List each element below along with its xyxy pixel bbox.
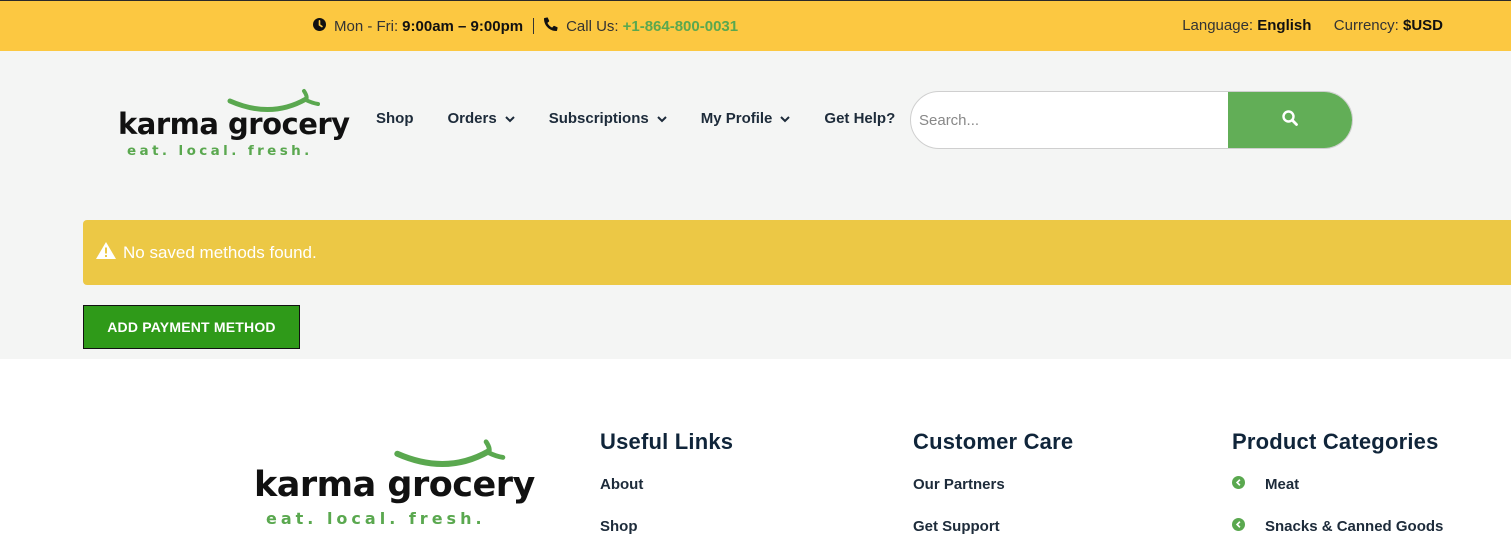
footer-logo[interactable]: karma grocery eat. local. fresh. [254,437,535,532]
notice-message: No saved methods found. [123,242,317,262]
search-button[interactable] [1228,92,1352,148]
currency-label: Currency: [1333,17,1399,34]
phone-link[interactable]: +1-864-800-0031 [623,18,739,35]
footer-heading: Customer Care [913,429,1074,454]
add-payment-method-button[interactable]: ADD PAYMENT METHOD [83,305,300,349]
language-label: Language: [1182,17,1254,34]
nav-shop[interactable]: Shop [376,110,414,127]
search-bar [910,91,1353,149]
arrow-circle-left-icon [1232,476,1245,493]
phone-icon [544,17,558,35]
logo-tagline: eat. local. fresh. [127,143,313,159]
footer-customer-care: Customer Care Our Partners Get Support [913,429,1073,535]
nav-label: My Profile [700,110,773,127]
notice-banner: No saved methods found. [83,220,1511,285]
footer-product-categories: Product Categories Meat Snacks & Canned … [1232,429,1443,535]
locale-settings: Language: English Currency: $USD [1182,17,1443,34]
chevron-down-icon [780,110,791,127]
currency-selector[interactable]: $USD [1403,17,1443,34]
call-label: Call Us: [566,17,619,35]
footer-link-about[interactable]: About [600,476,733,493]
site-logo[interactable]: karma grocery eat. local. fresh. [118,87,350,162]
business-hours: Mon - Fri: 9:00am – 9:00pm Call Us: +1-8… [313,17,738,35]
footer-heading: Product Categories [1232,429,1439,454]
footer-logo-tagline: eat. local. fresh. [266,509,486,528]
chevron-down-icon [657,110,667,127]
nav-label: Shop [376,110,414,127]
language-selector[interactable]: English [1257,17,1311,34]
main-nav: Shop Orders Subscriptions My Profile Get… [376,110,929,127]
footer-link-shop[interactable]: Shop [600,518,733,535]
divider [533,18,535,34]
footer-logo-wordmark: karma grocery [254,465,535,505]
nav-get-help[interactable]: Get Help? [824,110,895,127]
footer-category-meat[interactable]: Meat [1232,476,1443,493]
nav-label: Get Help? [824,110,896,127]
search-icon [1282,109,1298,131]
site-header: karma grocery eat. local. fresh. Shop Or… [0,51,1511,359]
footer-heading: Useful Links [600,429,734,454]
footer-category-snacks[interactable]: Snacks & Canned Goods [1232,518,1443,535]
logo-wordmark: karma grocery [118,107,350,141]
footer-useful-links: Useful Links About Shop [600,429,733,535]
footer-link-our-partners[interactable]: Our Partners [913,476,1073,493]
nav-subscriptions[interactable]: Subscriptions [549,110,667,127]
search-input[interactable] [911,92,1230,148]
footer-link-get-support[interactable]: Get Support [913,518,1073,535]
arrow-circle-left-icon [1232,518,1245,535]
site-footer: karma grocery eat. local. fresh. Useful … [0,359,1511,537]
chevron-down-icon [504,110,515,127]
hours-label: Mon - Fri: [334,17,399,35]
nav-my-profile[interactable]: My Profile [701,110,791,127]
category-label: Snacks & Canned Goods [1265,518,1444,535]
clock-icon [313,17,326,35]
category-label: Meat [1265,476,1300,493]
nav-label: Subscriptions [548,110,649,127]
hours-value: 9:00am – 9:00pm [402,17,524,35]
nav-label: Orders [447,110,497,127]
warning-icon [95,241,117,265]
top-bar: Mon - Fri: 9:00am – 9:00pm Call Us: +1-8… [0,0,1511,51]
nav-orders[interactable]: Orders [448,110,515,127]
